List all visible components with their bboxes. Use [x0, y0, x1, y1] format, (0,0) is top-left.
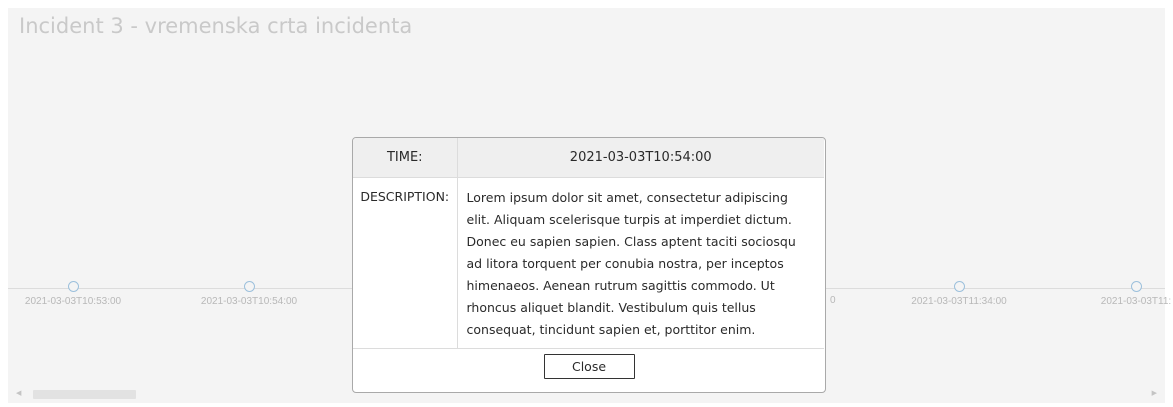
- timeline-dot-icon[interactable]: [67, 281, 79, 292]
- modal-footer: Close: [353, 339, 825, 392]
- scrollbar-thumb[interactable]: [33, 390, 136, 399]
- timeline-event[interactable]: 2021-03-03T11:34:00: [884, 281, 1034, 307]
- timeline-event[interactable]: 2021-03-03T10:53:00: [0, 281, 148, 307]
- time-value: 2021-03-03T10:54:00: [457, 138, 824, 178]
- timeline-dot-icon[interactable]: [953, 281, 965, 292]
- timeline-dot-icon[interactable]: [1130, 281, 1142, 292]
- timeline-event[interactable]: 2021-03-03T10:54:00: [174, 281, 324, 307]
- close-button[interactable]: Close: [543, 354, 635, 379]
- description-label: DESCRIPTION:: [353, 177, 458, 349]
- timeline-event-label: 2021-03-03T10:53:00: [24, 296, 122, 307]
- timeline-event[interactable]: 2021-03-03T11:: [1061, 281, 1173, 307]
- time-label: TIME:: [353, 138, 458, 178]
- event-details-modal: TIME: 2021-03-03T10:54:00 DESCRIPTION: L…: [352, 137, 826, 393]
- timeline-dot-icon[interactable]: [243, 281, 255, 292]
- scroll-right-icon[interactable]: ▶: [1152, 388, 1157, 399]
- page-root: Incident 3 - vremenska crta incidenta 20…: [0, 0, 1173, 407]
- description-row: DESCRIPTION: Lorem ipsum dolor sit amet,…: [353, 177, 824, 349]
- description-value: Lorem ipsum dolor sit amet, consectetur …: [457, 177, 824, 349]
- timeline-event-label-partial: 0: [830, 295, 836, 306]
- timeline-event-label: 2021-03-03T11:: [1100, 296, 1172, 307]
- event-details-table: TIME: 2021-03-03T10:54:00 DESCRIPTION: L…: [353, 138, 824, 349]
- scroll-left-icon[interactable]: ◀: [16, 388, 21, 399]
- page-title: Incident 3 - vremenska crta incidenta: [19, 14, 413, 38]
- timeline-event-label: 2021-03-03T10:54:00: [200, 296, 298, 307]
- time-row: TIME: 2021-03-03T10:54:00: [353, 138, 824, 178]
- timeline-event-label: 2021-03-03T11:34:00: [911, 296, 1007, 307]
